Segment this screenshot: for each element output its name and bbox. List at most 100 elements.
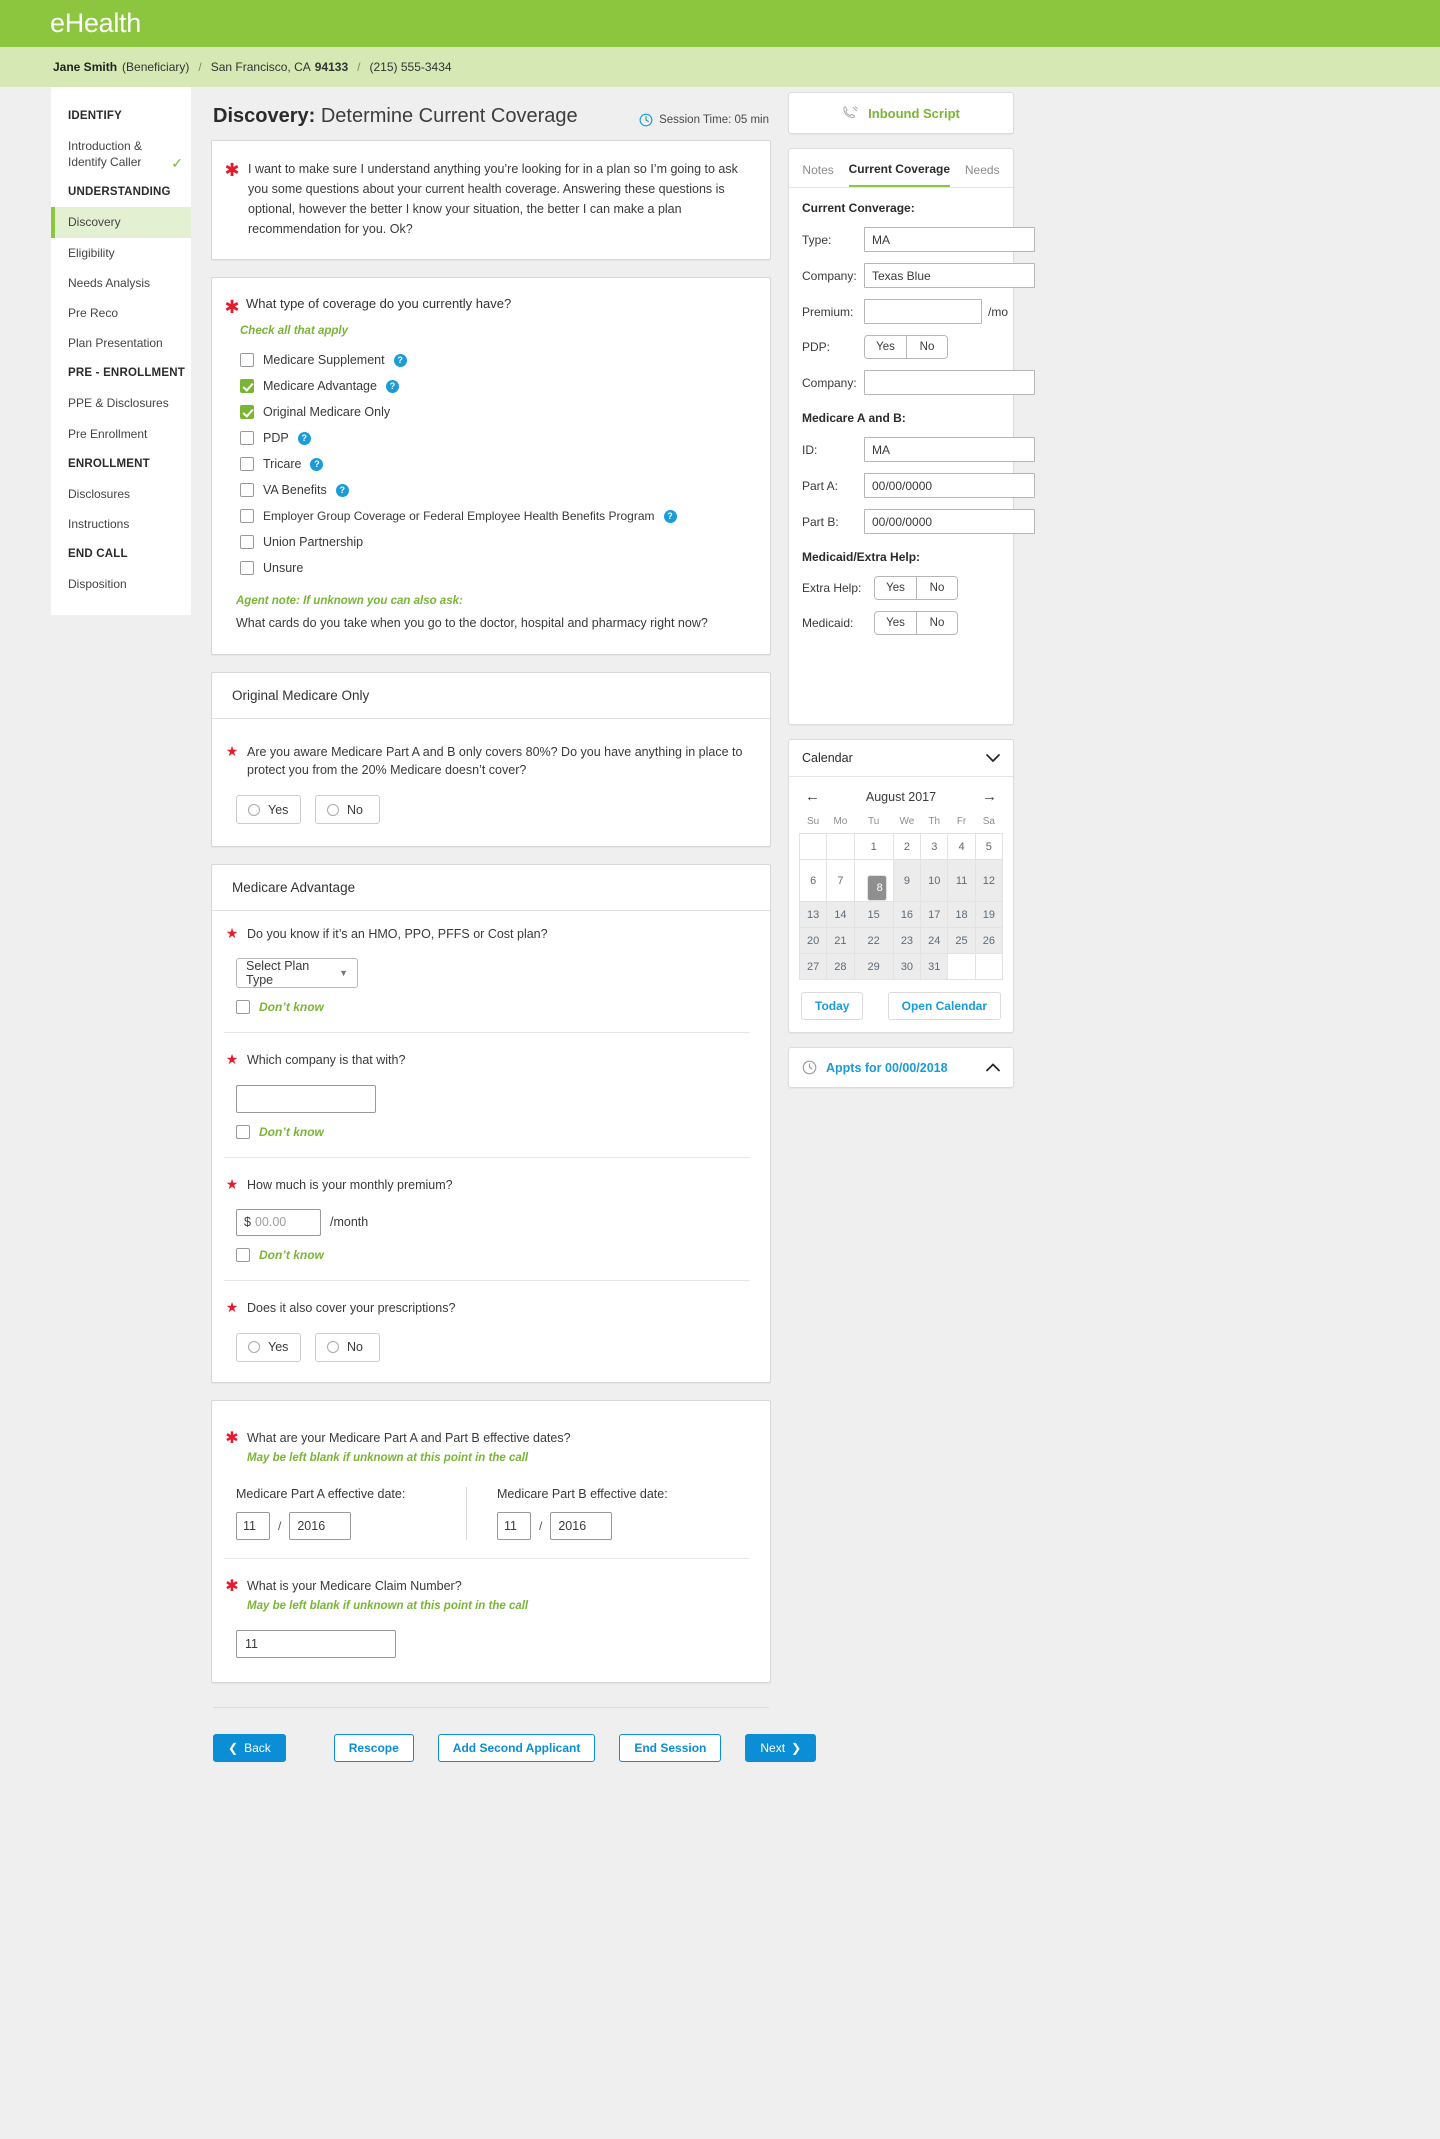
- checkbox-unsure[interactable]: Unsure: [240, 561, 750, 575]
- calendar-day[interactable]: [947, 953, 976, 980]
- calendar-day[interactable]: 28: [826, 953, 855, 980]
- calendar-day[interactable]: 1: [853, 833, 894, 860]
- calendar-header[interactable]: Calendar: [789, 740, 1013, 777]
- medicaid-no[interactable]: No: [916, 612, 957, 634]
- calendar-day[interactable]: 27: [798, 953, 828, 980]
- sidebar-item-plan-presentation[interactable]: Plan Presentation: [51, 328, 191, 358]
- checkbox-box[interactable]: [240, 483, 254, 497]
- calendar-day[interactable]: 5: [974, 833, 1004, 860]
- radio-yes[interactable]: Yes: [236, 795, 301, 825]
- checkbox-box[interactable]: [240, 353, 254, 367]
- end-session-button[interactable]: End Session: [619, 1734, 722, 1763]
- checkbox-box[interactable]: [236, 1247, 250, 1262]
- checkbox-pdp[interactable]: PDP ?: [240, 431, 750, 445]
- inbound-script-card[interactable]: Inbound Script: [788, 92, 1014, 134]
- help-icon[interactable]: ?: [663, 509, 677, 523]
- calendar-day[interactable]: [826, 833, 855, 860]
- sidebar-item-instructions[interactable]: Instructions: [51, 509, 191, 539]
- inbound-script-button[interactable]: Inbound Script: [789, 93, 1013, 133]
- plan-type-select[interactable]: Select Plan Type ▼: [236, 958, 358, 989]
- part-b-month-input[interactable]: [497, 1511, 531, 1540]
- calendar-day[interactable]: 25: [947, 927, 976, 954]
- calendar-day[interactable]: 17: [920, 901, 949, 928]
- chevron-down-icon[interactable]: [986, 753, 1000, 763]
- mab-id-input[interactable]: [864, 437, 1035, 462]
- checkbox-box[interactable]: [240, 561, 254, 575]
- calendar-day-selected[interactable]: 8: [866, 875, 887, 901]
- sidebar-item-introduction[interactable]: Introduction & Identify Caller ✓: [51, 131, 191, 177]
- extra-help-no[interactable]: No: [916, 577, 957, 599]
- appointments-header[interactable]: Appts for 00/00/2018: [789, 1048, 1013, 1087]
- cc-pdp-yes[interactable]: Yes: [865, 336, 906, 358]
- part-b-year-input[interactable]: [550, 1511, 613, 1540]
- tab-notes[interactable]: Notes: [802, 163, 833, 186]
- sidebar-item-ppe-disclosures[interactable]: PPE & Disclosures: [51, 388, 191, 418]
- calendar-day[interactable]: 14: [826, 901, 855, 928]
- checkbox-box[interactable]: [240, 405, 254, 419]
- sidebar-item-disclosures[interactable]: Disclosures: [51, 479, 191, 509]
- checkbox-box[interactable]: [240, 535, 254, 549]
- today-button[interactable]: Today: [801, 992, 864, 1020]
- calendar-day[interactable]: 18: [947, 901, 976, 928]
- cc-premium-input[interactable]: [864, 299, 982, 324]
- arrow-right-icon[interactable]: →: [982, 788, 997, 805]
- calendar-day[interactable]: 23: [892, 927, 922, 954]
- calendar-day[interactable]: 31: [920, 953, 949, 980]
- open-calendar-button[interactable]: Open Calendar: [887, 992, 1001, 1020]
- checkbox-original-medicare-only[interactable]: Original Medicare Only: [240, 405, 750, 419]
- add-second-applicant-button[interactable]: Add Second Applicant: [437, 1734, 596, 1763]
- part-a-year-input[interactable]: [289, 1511, 352, 1540]
- calendar-day[interactable]: 30: [892, 953, 922, 980]
- calendar-day[interactable]: 13: [798, 901, 828, 928]
- calendar-day[interactable]: 15: [853, 901, 894, 928]
- calendar-day[interactable]: 29: [853, 953, 894, 980]
- ma-premium-input[interactable]: $ 00.00: [236, 1208, 321, 1236]
- help-icon[interactable]: ?: [385, 379, 399, 393]
- cc-pdp-no[interactable]: No: [906, 336, 947, 358]
- checkbox-box[interactable]: [240, 431, 254, 445]
- sidebar-item-needs-analysis[interactable]: Needs Analysis: [51, 268, 191, 298]
- calendar-day[interactable]: 10: [920, 859, 949, 902]
- help-icon[interactable]: ?: [297, 431, 311, 445]
- help-icon[interactable]: ?: [393, 353, 407, 367]
- checkbox-va-benefits[interactable]: VA Benefits ?: [240, 483, 750, 497]
- sidebar-item-eligibility[interactable]: Eligibility: [51, 238, 191, 268]
- mab-part-b-input[interactable]: [864, 509, 1035, 534]
- checkbox-box[interactable]: [236, 1000, 250, 1015]
- calendar-day[interactable]: 24: [920, 927, 949, 954]
- calendar-day[interactable]: 26: [974, 927, 1004, 954]
- checkbox-employer-group-coverage[interactable]: Employer Group Coverage or Federal Emplo…: [240, 509, 750, 523]
- checkbox-medicare-advantage[interactable]: Medicare Advantage ?: [240, 379, 750, 393]
- radio-no[interactable]: No: [315, 1332, 380, 1362]
- calendar-day[interactable]: 4: [947, 833, 976, 860]
- calendar-day[interactable]: 20: [798, 927, 828, 954]
- rescope-button[interactable]: Rescope: [333, 1734, 414, 1763]
- checkbox-box[interactable]: [236, 1124, 250, 1139]
- ma-q3-dont-know[interactable]: Don’t know: [236, 1247, 750, 1262]
- arrow-left-icon[interactable]: ←: [805, 788, 820, 805]
- calendar-day[interactable]: 22: [853, 927, 894, 954]
- tab-current-coverage[interactable]: Current Coverage: [848, 162, 951, 187]
- calendar-day[interactable]: 7: [826, 859, 855, 902]
- checkbox-box[interactable]: [240, 379, 254, 393]
- sidebar-item-pre-enrollment[interactable]: Pre Enrollment: [51, 419, 191, 449]
- help-icon[interactable]: ?: [310, 457, 324, 471]
- cc-company2-input[interactable]: [864, 370, 1035, 395]
- extra-help-yes[interactable]: Yes: [875, 577, 916, 599]
- claim-number-input[interactable]: [236, 1630, 396, 1659]
- checkbox-box[interactable]: [240, 457, 254, 471]
- appointments-card[interactable]: Appts for 00/00/2018: [788, 1047, 1014, 1088]
- back-button[interactable]: ❮ Back: [213, 1734, 286, 1763]
- sidebar-item-discovery[interactable]: Discovery: [51, 207, 191, 238]
- help-icon[interactable]: ?: [335, 483, 349, 497]
- sidebar-item-disposition[interactable]: Disposition: [51, 569, 191, 599]
- calendar-day[interactable]: 21: [826, 927, 855, 954]
- medicaid-yes[interactable]: Yes: [875, 612, 916, 634]
- cc-company-input[interactable]: [864, 263, 1035, 288]
- calendar-day[interactable]: 3: [920, 833, 949, 860]
- cc-type-input[interactable]: [864, 227, 1035, 252]
- calendar-day[interactable]: 16: [892, 901, 922, 928]
- calendar-day[interactable]: 9: [892, 859, 922, 902]
- calendar-day[interactable]: 12: [974, 859, 1004, 902]
- calendar-day[interactable]: [798, 833, 828, 860]
